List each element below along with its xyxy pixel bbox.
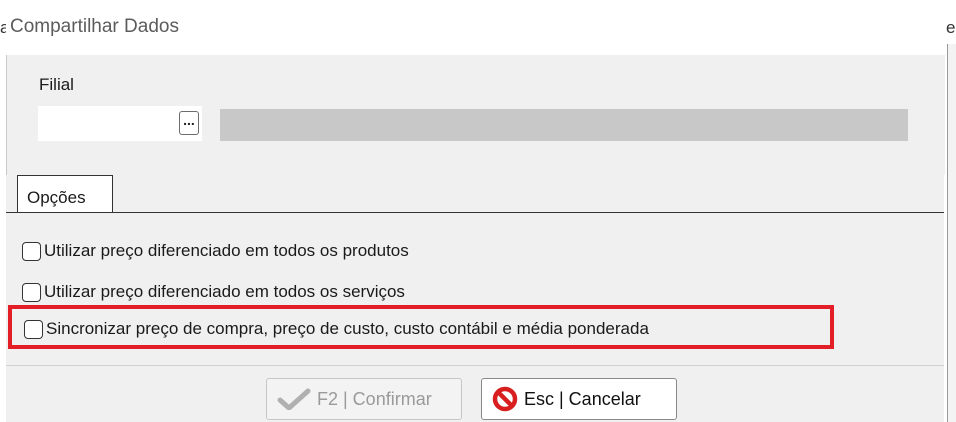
dialog-title: Compartilhar Dados <box>10 16 179 37</box>
confirm-button-label: F2 | Confirmar <box>317 388 432 409</box>
background-text-fragment-right: e <box>946 18 956 37</box>
cancel-button[interactable]: Esc | Cancelar <box>481 378 677 420</box>
filial-label: Filial <box>39 75 74 94</box>
option-service-price-label: Utilizar preço diferenciado em todos os … <box>44 282 405 301</box>
cancel-icon <box>492 386 518 412</box>
checkbox-product-price[interactable] <box>22 241 41 261</box>
option-sync-prices-label: Sincronizar preço de compra, preço de cu… <box>46 319 649 338</box>
checkmark-icon <box>277 388 311 410</box>
share-data-dialog: Compartilhar Dados Filial ... Opções Uti… <box>6 0 945 422</box>
filial-lookup-button[interactable]: ... <box>179 111 199 135</box>
tab-strip: Opções <box>6 175 944 213</box>
cancel-button-label: Esc | Cancelar <box>524 388 641 409</box>
confirm-button[interactable]: F2 | Confirmar <box>266 378 462 420</box>
option-product-price-label: Utilizar preço diferenciado em todos os … <box>44 241 409 260</box>
filial-panel: Filial ... <box>6 55 945 175</box>
options-panel: Utilizar preço diferenciado em todos os … <box>6 213 944 363</box>
option-sync-prices[interactable]: Sincronizar preço de compra, preço de cu… <box>24 317 649 341</box>
background-panel <box>948 44 956 422</box>
dialog-title-bar[interactable]: Compartilhar Dados <box>6 0 944 55</box>
option-product-price[interactable]: Utilizar preço diferenciado em todos os … <box>22 239 409 263</box>
checkbox-sync-prices[interactable] <box>24 319 43 339</box>
footer-divider <box>6 365 944 366</box>
background-divider <box>947 44 948 422</box>
option-service-price[interactable]: Utilizar preço diferenciado em todos os … <box>22 280 405 304</box>
checkbox-service-price[interactable] <box>22 282 41 302</box>
tab-opcoes[interactable]: Opções <box>17 175 113 212</box>
filial-description-field <box>220 109 908 141</box>
filial-code-input[interactable] <box>38 106 202 141</box>
